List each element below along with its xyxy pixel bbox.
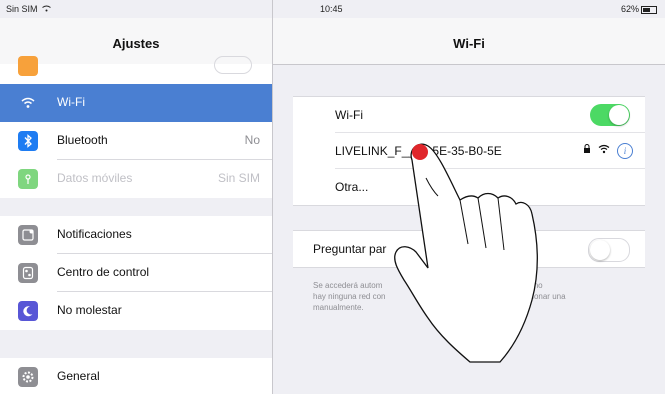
bluetooth-icon bbox=[18, 131, 38, 151]
moon-icon bbox=[18, 301, 38, 321]
network-row[interactable]: LIVELINK_F__98-5E-35-B0-5E i bbox=[293, 133, 645, 169]
sidebar-item-do-not-disturb[interactable]: No molestar bbox=[0, 292, 272, 330]
gear-icon bbox=[18, 367, 38, 387]
cellular-icon bbox=[18, 169, 38, 189]
battery-fill bbox=[643, 7, 650, 12]
note-line-2: hay ninguna red con seleccionar una bbox=[313, 291, 643, 302]
sidebar-item-label: No molestar bbox=[57, 303, 122, 317]
sidebar-item-notifications[interactable]: Notificaciones bbox=[0, 216, 272, 254]
notifications-icon bbox=[18, 225, 38, 245]
sidebar-item-bluetooth[interactable]: Bluetooth No bbox=[0, 122, 272, 160]
ask-to-join-label-start: Preguntar par bbox=[313, 242, 387, 256]
battery-percent: 62% bbox=[620, 4, 639, 14]
lock-icon bbox=[583, 144, 594, 157]
note-line-2-end: seleccionar una bbox=[509, 292, 566, 301]
sidebar-item-label: Bluetooth bbox=[57, 133, 108, 147]
note-line-2-start: hay ninguna red con bbox=[313, 292, 386, 301]
wifi-signal-icon bbox=[594, 144, 613, 157]
ipad-screen: Ajustes Wi-Fi Bluetooth No Datos móviles… bbox=[0, 0, 665, 394]
airplane-icon bbox=[18, 56, 38, 76]
sidebar-item-mobile-data[interactable]: Datos móviles Sin SIM bbox=[0, 160, 272, 198]
sidebar-item-wifi[interactable]: Wi-Fi bbox=[0, 84, 272, 122]
ask-to-join-label-end: cce bbox=[444, 242, 464, 256]
wifi-panel: Wi-Fi Wi-Fi LIVELINK_F__98-5E-35-B0-5E i bbox=[273, 0, 665, 394]
sidebar-item-control-center[interactable]: Centro de control bbox=[0, 254, 272, 292]
sidebar-item-value: No bbox=[244, 133, 260, 147]
toggle-knob bbox=[609, 105, 629, 125]
status-bar: Sin SIM 10:45 62% bbox=[0, 0, 665, 18]
airplane-toggle[interactable] bbox=[214, 56, 252, 74]
sidebar-item-label: Centro de control bbox=[57, 265, 150, 279]
wifi-header: Wi-Fi bbox=[273, 18, 665, 65]
note-line-1-start: Se accederá autom bbox=[313, 281, 383, 290]
page-title: Wi-Fi bbox=[453, 36, 485, 51]
wifi-toggle-label: Wi-Fi bbox=[335, 108, 363, 122]
note-line-1-end: nocidas. Si no bbox=[492, 281, 543, 290]
ask-to-join-toggle[interactable] bbox=[588, 238, 630, 262]
ask-to-join-label: Preguntar par cce bbox=[313, 242, 463, 256]
carrier-label: Sin SIM bbox=[6, 4, 51, 14]
sidebar-item-label: Wi-Fi bbox=[57, 95, 85, 109]
wifi-toggle[interactable] bbox=[590, 104, 630, 126]
other-network-row[interactable]: Otra... bbox=[293, 169, 645, 205]
battery-indicator: 62% bbox=[621, 4, 657, 14]
note-line-3: manualmente. bbox=[313, 303, 364, 312]
toggle-knob bbox=[590, 240, 610, 260]
settings-sidebar: Ajustes Wi-Fi Bluetooth No Datos móviles… bbox=[0, 0, 273, 394]
wifi-networks-card: Wi-Fi LIVELINK_F__98-5E-35-B0-5E i Otra.… bbox=[293, 96, 645, 206]
sidebar-item-value: Sin SIM bbox=[217, 171, 260, 185]
other-network-label: Otra... bbox=[335, 180, 369, 194]
sidebar-item-label: Datos móviles bbox=[57, 171, 133, 185]
battery-icon bbox=[641, 5, 657, 14]
sidebar-title: Ajustes bbox=[112, 36, 160, 51]
sidebar-item-general[interactable]: General bbox=[0, 358, 272, 394]
note-line-1: Se accederá autom nocidas. Si no bbox=[313, 280, 643, 291]
clock: 10:45 bbox=[320, 4, 343, 14]
network-status-icons: i bbox=[583, 143, 633, 159]
wifi-toggle-row: Wi-Fi bbox=[293, 97, 645, 133]
ask-to-join-card: Preguntar par cce bbox=[293, 230, 645, 268]
wifi-icon bbox=[18, 93, 38, 113]
sidebar-item-label: General bbox=[57, 369, 100, 383]
control-center-icon bbox=[18, 263, 38, 283]
ask-to-join-description: Se accederá autom nocidas. Si no hay ning… bbox=[313, 280, 643, 313]
info-icon[interactable]: i bbox=[617, 143, 633, 159]
ask-to-join-row: Preguntar par cce bbox=[293, 231, 645, 267]
wifi-icon bbox=[42, 5, 51, 12]
carrier-name: Sin SIM bbox=[6, 4, 38, 14]
sidebar-item-airplane-partial[interactable] bbox=[0, 56, 272, 84]
network-name: LIVELINK_F__98-5E-35-B0-5E bbox=[335, 144, 502, 158]
sidebar-item-label: Notificaciones bbox=[57, 227, 132, 241]
